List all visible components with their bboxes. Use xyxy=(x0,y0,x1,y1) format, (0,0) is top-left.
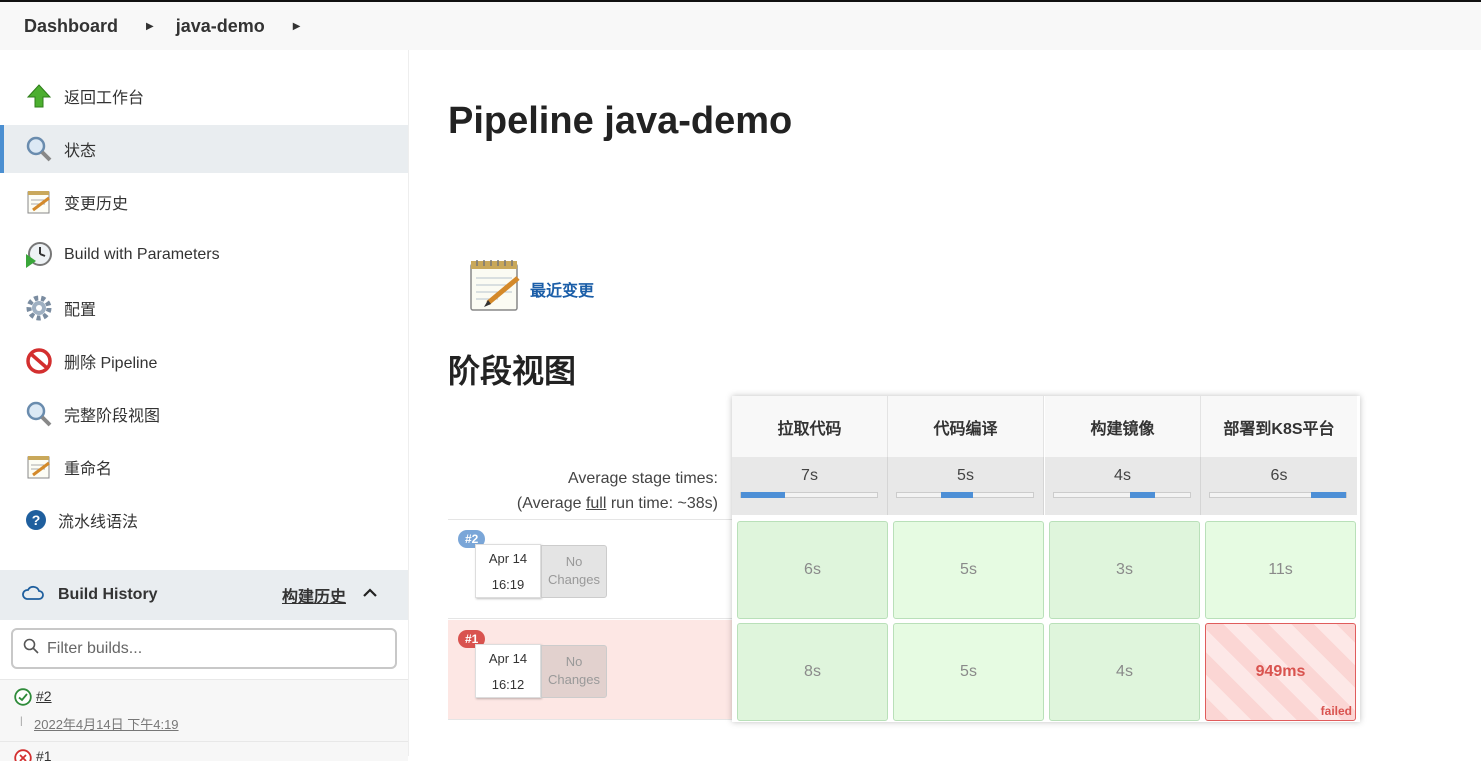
stage-average: 7s xyxy=(732,457,888,515)
stage-cell[interactable]: 8s xyxy=(737,623,888,721)
stage-time-bar xyxy=(896,492,1034,498)
breadcrumb: Dashboard ▶ java-demo ▶ xyxy=(0,0,1481,50)
build-history-link[interactable]: 构建历史 xyxy=(282,583,346,607)
no-entry-icon xyxy=(24,346,54,376)
avg-label: Average stage times: xyxy=(567,470,718,487)
stage-duration: 949ms xyxy=(1255,663,1306,680)
cloud-icon xyxy=(22,585,44,606)
run-date: Apr 14 16:19 xyxy=(475,544,541,598)
stage-view-title: 阶段视图 xyxy=(448,353,577,389)
task-label: 完整阶段视图 xyxy=(64,408,161,425)
stage-average: 6s xyxy=(1201,457,1357,515)
notepad-icon xyxy=(24,452,54,482)
task-build-with-parameters[interactable]: Build with Parameters xyxy=(0,231,408,279)
page-title: Pipeline java-demo xyxy=(448,100,793,142)
stage-time-fill xyxy=(940,492,974,498)
stage-header: 构建镜像 xyxy=(1045,396,1201,457)
task-status[interactable]: 状态 xyxy=(0,125,408,173)
build-date-link[interactable]: 2022年4月14日 下午4:19 xyxy=(34,714,179,733)
magnifier-icon xyxy=(24,399,54,429)
task-label: 重命名 xyxy=(64,461,113,478)
sidebar: 返回工作台 状态 变更历史 Build with Parameters 配置 删… xyxy=(0,50,409,761)
timeline-divider: | xyxy=(20,716,23,727)
task-configure[interactable]: 配置 xyxy=(0,284,408,332)
average-stage-times: Average stage times: (Average full run t… xyxy=(448,466,718,516)
build-number-link[interactable]: #2 xyxy=(36,688,52,704)
build-number-link[interactable]: #1 xyxy=(36,748,52,761)
magnifier-icon xyxy=(24,134,54,164)
task-pipeline-syntax[interactable]: ? 流水线语法 xyxy=(0,496,408,544)
notepad-icon[interactable] xyxy=(468,258,522,319)
filter-builds-field[interactable] xyxy=(11,628,397,669)
stage-time-bar xyxy=(740,492,878,498)
task-delete-pipeline[interactable]: 删除 Pipeline xyxy=(0,337,408,385)
stage-average: 5s xyxy=(888,457,1044,515)
run-date: Apr 14 16:12 xyxy=(475,644,541,698)
task-changes[interactable]: 变更历史 xyxy=(0,178,408,226)
build-row[interactable]: #1 xyxy=(0,741,408,761)
stage-cell[interactable]: 5s xyxy=(893,521,1044,619)
recent-changes-link[interactable]: 最近变更 xyxy=(530,277,594,301)
stage-cell-failed[interactable]: 949ms failed xyxy=(1205,623,1356,721)
task-label: 配置 xyxy=(64,302,97,319)
failed-label: failed xyxy=(1320,704,1352,718)
success-check-icon xyxy=(14,688,32,711)
chevron-right-icon[interactable]: ▶ xyxy=(146,21,154,32)
breadcrumb-java-demo[interactable]: java-demo xyxy=(176,16,265,37)
stage-cell[interactable]: 5s xyxy=(893,623,1044,721)
task-label: 流水线语法 xyxy=(58,514,139,531)
run-row[interactable]: #2 Apr 14 16:19 No Changes xyxy=(448,519,732,619)
search-icon xyxy=(23,638,39,659)
stage-time-fill xyxy=(1310,492,1346,498)
build-history-header: Build History 构建历史 xyxy=(0,570,408,620)
failed-x-icon xyxy=(14,749,32,761)
stage-time-bar xyxy=(1209,492,1347,498)
breadcrumb-dashboard[interactable]: Dashboard xyxy=(24,16,118,37)
notepad-icon xyxy=(24,187,54,217)
stage-cell[interactable]: 11s xyxy=(1205,521,1356,619)
stage-cell[interactable]: 3s xyxy=(1049,521,1200,619)
clock-play-icon xyxy=(24,240,54,270)
build-row[interactable]: #2 | 2022年4月14日 下午4:19 xyxy=(0,679,408,741)
task-full-stage-view[interactable]: 完整阶段视图 xyxy=(0,390,408,438)
filter-builds-input[interactable] xyxy=(47,639,367,658)
task-label: Build with Parameters xyxy=(64,246,220,263)
chevron-up-icon[interactable] xyxy=(362,585,378,606)
gear-icon xyxy=(24,293,54,323)
stage-time-bar xyxy=(1053,492,1191,498)
run-row[interactable]: #1 Apr 14 16:12 No Changes xyxy=(448,620,732,720)
help-icon: ? xyxy=(24,505,48,535)
full-run-link[interactable]: full xyxy=(586,495,606,512)
task-rename[interactable]: 重命名 xyxy=(0,443,408,491)
stage-header: 部署到K8S平台 xyxy=(1201,396,1357,457)
svg-text:?: ? xyxy=(32,512,41,528)
up-arrow-icon xyxy=(24,81,54,111)
run-changes: No Changes xyxy=(541,645,607,698)
avg-full-run-time: (Average full run time: ~38s) xyxy=(516,495,718,512)
stage-view-table: 拉取代码 代码编译 构建镜像 部署到K8S平台 7s 5s 4s 6s 6s 5… xyxy=(732,396,1360,722)
stage-cell[interactable]: 4s xyxy=(1049,623,1200,721)
task-label: 状态 xyxy=(64,143,97,160)
stage-header: 拉取代码 xyxy=(732,396,888,457)
stage-header: 代码编译 xyxy=(888,396,1044,457)
task-back-to-dashboard[interactable]: 返回工作台 xyxy=(0,72,408,120)
stage-cell[interactable]: 6s xyxy=(737,521,888,619)
build-history-title: Build History xyxy=(58,586,158,603)
stage-time-fill xyxy=(1130,492,1155,498)
task-label: 返回工作台 xyxy=(64,90,145,107)
task-label: 变更历史 xyxy=(64,196,129,213)
chevron-right-icon[interactable]: ▶ xyxy=(293,21,301,32)
task-label: 删除 Pipeline xyxy=(64,355,158,372)
stage-time-fill xyxy=(741,492,785,498)
run-changes: No Changes xyxy=(541,545,607,598)
stage-average: 4s xyxy=(1045,457,1201,515)
